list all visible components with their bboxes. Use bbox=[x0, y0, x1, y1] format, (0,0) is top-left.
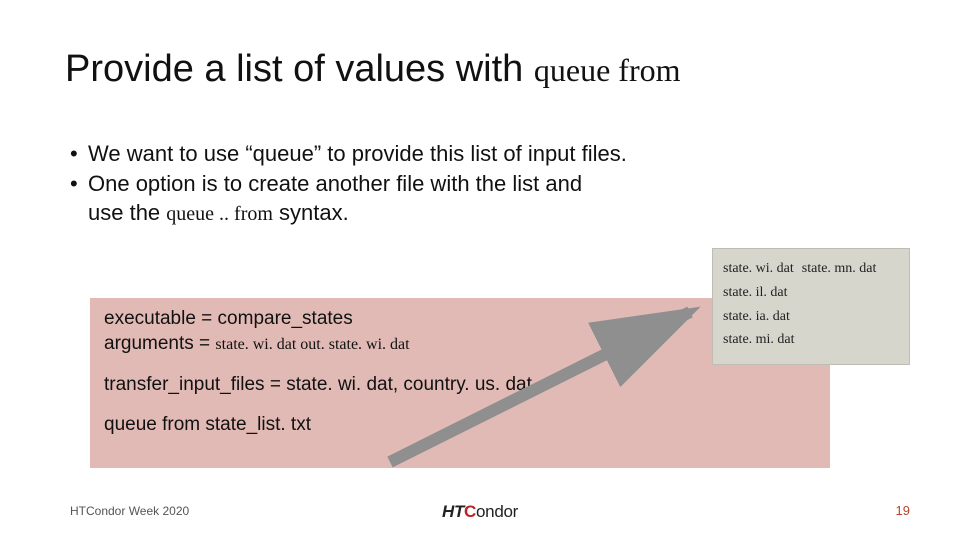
code-line-4: queue from state_list. txt bbox=[104, 414, 816, 437]
file-r1a: state. wi. dat bbox=[723, 261, 794, 276]
title-mono: queue from bbox=[534, 52, 681, 88]
logo-rest: ondor bbox=[476, 502, 518, 521]
footer-left: HTCondor Week 2020 bbox=[70, 504, 189, 518]
code-l2-a: arguments = bbox=[104, 333, 215, 354]
logo-c: C bbox=[464, 502, 476, 521]
file-row-1: state. wi. dat state. mn. dat bbox=[723, 257, 899, 281]
file-row-4: state. mi. dat bbox=[723, 328, 899, 352]
file-list-box: state. wi. dat state. mn. dat state. il. … bbox=[712, 248, 910, 365]
slide-title: Provide a list of values with queue from bbox=[65, 48, 681, 91]
bullet-2-cont: use the queue .. from syntax. bbox=[88, 199, 890, 227]
bullet-2c-a: use the bbox=[88, 200, 166, 225]
bullet-list: • We want to use “queue” to provide this… bbox=[70, 140, 890, 227]
logo: HTCondor bbox=[442, 502, 518, 522]
bullet-2c-mono: queue .. from bbox=[166, 203, 273, 225]
code-line-3: transfer_input_files = state. wi. dat, c… bbox=[104, 374, 816, 397]
bullet-2-text: One option is to create another file wit… bbox=[88, 170, 582, 198]
file-row-2: state. il. dat bbox=[723, 281, 899, 305]
bullet-2: • One option is to create another file w… bbox=[70, 170, 890, 198]
logo-ht: HT bbox=[442, 502, 464, 521]
code-line-1: executable = compare_states bbox=[104, 308, 816, 331]
slide: Provide a list of values with queue from… bbox=[0, 0, 960, 540]
bullet-dot-icon: • bbox=[70, 170, 88, 198]
bullet-dot-icon: • bbox=[70, 140, 88, 168]
file-r1b: state. mn. dat bbox=[802, 261, 877, 276]
file-row-3: state. ia. dat bbox=[723, 305, 899, 329]
code-l2-b: state. wi. dat out. state. wi. dat bbox=[215, 336, 409, 353]
bullet-1-text: We want to use “queue” to provide this l… bbox=[88, 140, 627, 168]
title-text: Provide a list of values with bbox=[65, 48, 534, 90]
code-line-2: arguments = state. wi. dat out. state. w… bbox=[104, 333, 816, 356]
page-number: 19 bbox=[896, 503, 910, 518]
bullet-2c-tail: syntax. bbox=[273, 200, 349, 225]
bullet-1: • We want to use “queue” to provide this… bbox=[70, 140, 890, 168]
